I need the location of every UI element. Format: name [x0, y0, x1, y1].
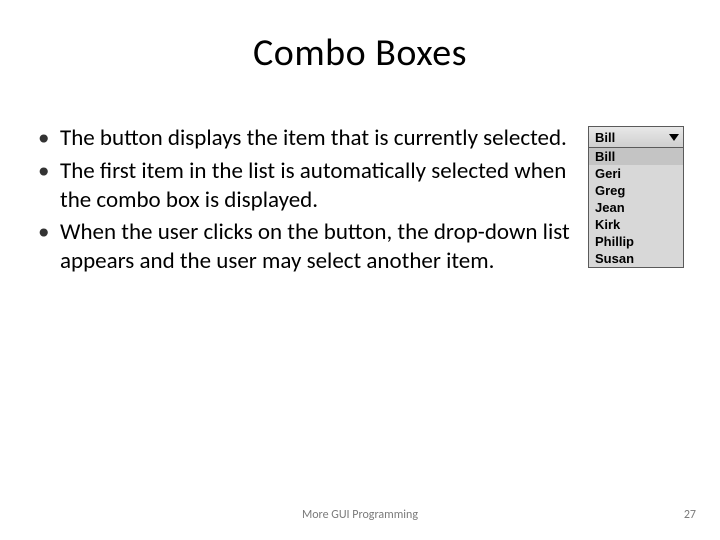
- combo-box: Bill Bill Geri Greg Jean Kirk Phillip Su…: [588, 124, 684, 268]
- combo-option[interactable]: Geri: [589, 165, 683, 182]
- slide-title: Combo Boxes: [36, 30, 684, 76]
- combo-selected-label: Bill: [595, 130, 615, 145]
- combo-option[interactable]: Bill: [589, 148, 683, 165]
- bullet-item: When the user clicks on the button, the …: [36, 218, 574, 276]
- bullet-list: The button displays the item that is cur…: [36, 124, 574, 280]
- combo-dropdown: Bill Geri Greg Jean Kirk Phillip Susan: [588, 148, 684, 268]
- combo-button[interactable]: Bill: [588, 126, 684, 148]
- combo-option[interactable]: Susan: [589, 250, 683, 267]
- content-area: The button displays the item that is cur…: [36, 124, 684, 280]
- slide: Combo Boxes The button displays the item…: [0, 0, 720, 540]
- page-number: 27: [684, 508, 696, 522]
- combo-option[interactable]: Kirk: [589, 216, 683, 233]
- footer-text: More GUI Programming: [0, 508, 720, 522]
- combo-option[interactable]: Phillip: [589, 233, 683, 250]
- bullet-item: The first item in the list is automatica…: [36, 157, 574, 215]
- combo-option[interactable]: Jean: [589, 199, 683, 216]
- bullet-item: The button displays the item that is cur…: [36, 124, 574, 153]
- chevron-down-icon: [669, 134, 679, 141]
- combo-option[interactable]: Greg: [589, 182, 683, 199]
